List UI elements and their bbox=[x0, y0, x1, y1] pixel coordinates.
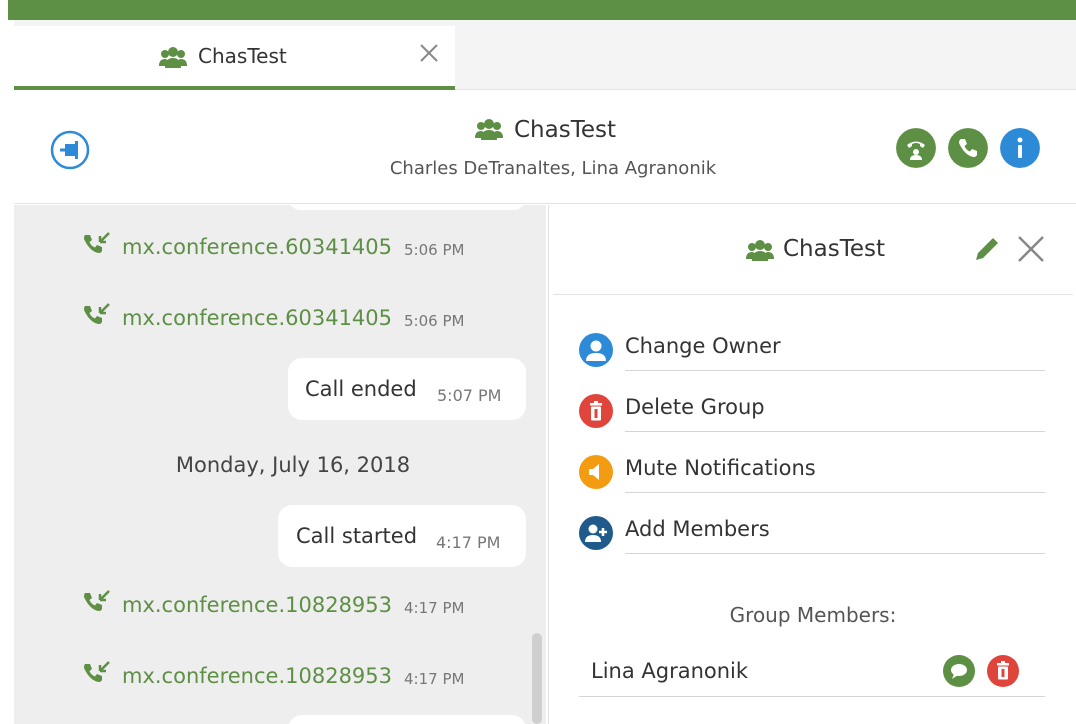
add-members-icon bbox=[579, 516, 613, 550]
action-label: Mute Notifications bbox=[625, 456, 1045, 493]
conference-link[interactable]: mx.conference.60341405 bbox=[122, 235, 392, 259]
chat-history[interactable]: mx.conference.60341405 5:06 PM mx.confer… bbox=[14, 205, 546, 724]
chat-scrollbar[interactable] bbox=[532, 633, 542, 724]
call-missed-icon bbox=[84, 661, 110, 682]
change-owner-button[interactable]: Change Owner bbox=[579, 329, 1045, 371]
call-time: 4:17 PM bbox=[404, 599, 465, 617]
chat-icon[interactable] bbox=[943, 655, 975, 687]
speaker-mute-icon bbox=[579, 455, 613, 489]
message-time: 4:17 PM bbox=[436, 533, 501, 552]
user-icon bbox=[579, 333, 613, 367]
conference-link[interactable]: mx.conference.10828953 bbox=[122, 593, 392, 617]
call-time: 4:17 PM bbox=[404, 670, 465, 688]
mute-notifications-button[interactable]: Mute Notifications bbox=[579, 451, 1045, 493]
close-icon[interactable] bbox=[416, 40, 442, 66]
delete-group-button[interactable]: Delete Group bbox=[579, 390, 1045, 432]
call-time: 5:06 PM bbox=[404, 241, 465, 259]
group-members-heading: Group Members: bbox=[729, 603, 897, 627]
member-name: Lina Agranonik bbox=[591, 659, 749, 683]
top-accent-bar bbox=[8, 0, 1076, 20]
add-members-button[interactable]: Add Members bbox=[579, 512, 1045, 554]
call-missed-icon bbox=[84, 303, 110, 324]
conference-link[interactable]: mx.conference.60341405 bbox=[122, 306, 392, 330]
conference-call-icon[interactable] bbox=[896, 128, 936, 168]
message-bubble: Call ended 5:07 PM bbox=[288, 358, 526, 420]
call-missed-icon bbox=[84, 590, 110, 611]
info-icon[interactable] bbox=[1000, 128, 1040, 168]
close-icon[interactable] bbox=[1015, 233, 1047, 265]
group-icon bbox=[159, 47, 187, 68]
trash-icon[interactable] bbox=[987, 655, 1019, 687]
phone-icon[interactable] bbox=[948, 128, 988, 168]
conversation-title: ChasTest bbox=[514, 117, 617, 143]
conference-link[interactable]: mx.conference.10828953 bbox=[122, 664, 392, 688]
action-label: Change Owner bbox=[625, 334, 1045, 371]
conversation-header: ChasTest Charles DeTranaltes, Lina Agran… bbox=[14, 90, 1076, 204]
tab-label: ChasTest bbox=[198, 44, 287, 68]
date-separator: Monday, July 16, 2018 bbox=[175, 453, 411, 477]
member-row: Lina Agranonik bbox=[579, 649, 1045, 697]
group-info-panel: ChasTest Change Owner Delete Group Mute … bbox=[548, 205, 1076, 724]
pencil-icon[interactable] bbox=[971, 233, 1003, 265]
group-icon bbox=[746, 240, 774, 261]
call-missed-icon bbox=[84, 232, 110, 253]
action-label: Delete Group bbox=[625, 395, 1045, 432]
message-bubble bbox=[288, 715, 526, 724]
tab-chastest[interactable]: ChasTest bbox=[14, 26, 455, 90]
message-text: Call started bbox=[296, 524, 418, 548]
panel-title: ChasTest bbox=[783, 236, 886, 262]
group-icon bbox=[475, 119, 503, 140]
message-bubble: Call started 4:17 PM bbox=[278, 505, 526, 567]
panel-header: ChasTest bbox=[553, 205, 1073, 295]
message-text: Call ended bbox=[305, 377, 417, 401]
call-time: 5:06 PM bbox=[404, 312, 465, 330]
message-time: 5:07 PM bbox=[437, 386, 502, 405]
tab-strip: ChasTest bbox=[14, 20, 1076, 90]
message-bubble bbox=[288, 205, 526, 210]
action-label: Add Members bbox=[625, 517, 1045, 554]
trash-icon bbox=[579, 394, 613, 428]
